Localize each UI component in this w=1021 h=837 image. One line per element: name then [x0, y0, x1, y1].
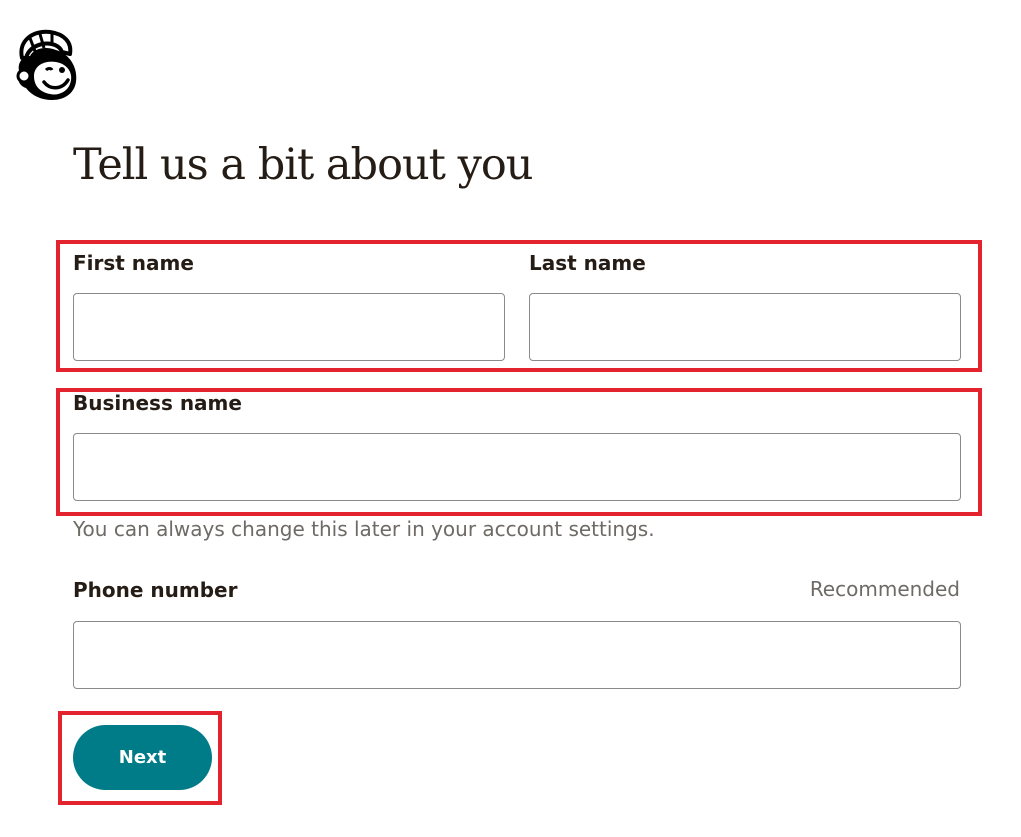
next-button[interactable]: Next	[73, 725, 212, 790]
mailchimp-logo-icon	[12, 28, 80, 102]
phone-number-input[interactable]	[73, 621, 961, 689]
business-name-label: Business name	[73, 391, 242, 415]
phone-number-label: Phone number	[73, 578, 238, 602]
business-name-input[interactable]	[73, 433, 961, 501]
page-title: Tell us a bit about you	[73, 140, 533, 190]
first-name-input[interactable]	[73, 293, 505, 361]
business-name-helper-text: You can always change this later in your…	[73, 517, 655, 541]
last-name-input[interactable]	[529, 293, 961, 361]
last-name-label: Last name	[529, 251, 646, 275]
freddie-monkey-icon	[16, 29, 77, 100]
first-name-label: First name	[73, 251, 194, 275]
recommended-tag: Recommended	[809, 577, 960, 601]
